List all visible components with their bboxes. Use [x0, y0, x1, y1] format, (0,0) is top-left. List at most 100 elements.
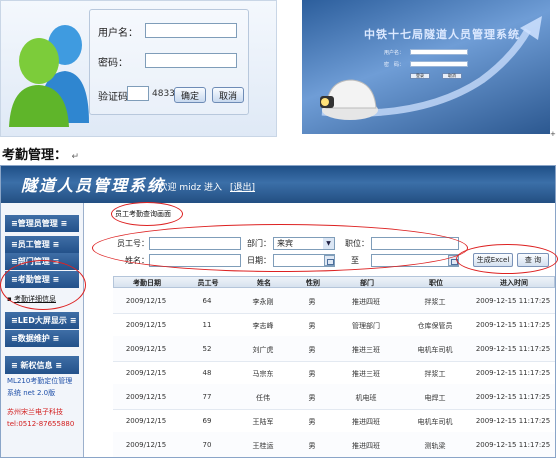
- table-row[interactable]: 2009/12/15 64 李永刚 男 推进四班 拌浆工 2009-12-15 11:17:…: [113, 288, 555, 314]
- logout-link[interactable]: [退出]: [230, 180, 255, 193]
- query-button[interactable]: 查 询: [517, 253, 549, 267]
- menu-led-display[interactable]: ≡LED大屏显示 ≡: [5, 312, 79, 329]
- cell-dept: 推进三班: [352, 370, 380, 378]
- confirm-button[interactable]: 确定: [174, 87, 206, 103]
- captcha-input[interactable]: [127, 86, 149, 101]
- cell-date: 2009/12/15: [125, 417, 167, 425]
- menu-news[interactable]: ≡ 新权信息 ≡: [5, 356, 79, 374]
- calendar-icon[interactable]: [324, 255, 335, 266]
- table-row[interactable]: 2009/12/15 69 王陆军 男 推进四班 电机车司机 2009-12-15 11:1…: [113, 408, 555, 434]
- dept-select[interactable]: 来宾 ▼: [273, 237, 335, 250]
- cell-entry-time: 2009-12-15 11:17:25: [475, 441, 551, 449]
- cell-position: 电机车司机: [417, 346, 453, 354]
- cell-entry-time: 2009-12-15 11:17:25: [475, 393, 551, 401]
- cancel-button[interactable]: 取消: [212, 87, 244, 103]
- cell-position: 测轨梁: [424, 442, 446, 450]
- col-position: 职位: [429, 279, 443, 287]
- cell-entry-time: 2009-12-15 11:17:25: [475, 321, 551, 329]
- login-panel: 用户名： 密码： 验证码 4833 确定 取消: [0, 0, 277, 137]
- dept-select-value: 来宾: [277, 239, 293, 248]
- calendar-icon[interactable]: [448, 255, 459, 266]
- cell-date: 2009/12/15: [125, 369, 167, 377]
- welcome-text: →欢迎 midz 进入: [151, 183, 222, 193]
- table-row[interactable]: 2009/12/15 11 李志峰 男 管理部门 仓库保管员 2009-12-15 11:1…: [113, 312, 555, 338]
- cell-entry-time: 2009-12-15 11:17:25: [475, 369, 551, 377]
- password-input[interactable]: [145, 53, 237, 68]
- cell-dept: 推进四班: [352, 298, 380, 306]
- cell-dept: 机电班: [355, 394, 377, 402]
- col-dept: 部门: [360, 279, 374, 287]
- app-title: 隧道人员管理系统: [21, 176, 166, 195]
- menu-department[interactable]: ≡部门管理 ≡: [5, 253, 79, 270]
- cell-emp-no: 69: [202, 417, 212, 425]
- section-heading: 考勤管理： ↵: [2, 144, 79, 163]
- product-note-line2: 系统 net 2.0版: [7, 389, 56, 397]
- cell-name: 王陆军: [252, 418, 274, 426]
- cell-name: 马宗东: [252, 370, 274, 378]
- splash-password-input[interactable]: [410, 61, 468, 67]
- captcha-label: 验证码: [98, 92, 128, 103]
- table-body: 2009/12/15 64 李永刚男推进四班 拌浆工 2009-12-15 11:17:…: [113, 288, 555, 457]
- captcha-code: 4833: [152, 89, 175, 99]
- splash-username-input[interactable]: [410, 49, 468, 55]
- cell-emp-no: 77: [202, 393, 212, 401]
- emp-no-label: 员工号：: [117, 239, 149, 248]
- col-gender: 性别: [306, 279, 320, 287]
- splash-banner: 中铁十七局隧道人员管理系统 用户名： 密 码： 登录 取消: [302, 0, 550, 134]
- username-input[interactable]: [145, 23, 237, 38]
- cell-emp-no: 64: [202, 297, 212, 305]
- cell-name: 任伟: [256, 394, 270, 402]
- table-row[interactable]: 2009/12/15 77 任伟 男 机电班 电焊工 2009-12-15 11:17:25: [113, 384, 555, 410]
- menu-data-maintenance[interactable]: ≡数据维护 ≡: [5, 330, 79, 347]
- cell-gender: 男: [308, 394, 316, 402]
- export-excel-button[interactable]: 生成Excel: [473, 253, 513, 267]
- app-header: 隧道人员管理系统 →欢迎 midz 进入 [退出]: [1, 166, 555, 203]
- cell-gender: 男: [308, 442, 316, 450]
- position-input[interactable]: [371, 237, 459, 250]
- cell-date: 2009/12/15: [125, 297, 167, 305]
- cell-gender: 男: [308, 418, 316, 426]
- submenu-attendance-detail[interactable]: ▪ 考勤详细信息: [7, 294, 56, 304]
- login-form: 用户名： 密码： 验证码 4833 确定 取消: [89, 9, 249, 115]
- date-to-input[interactable]: [371, 254, 459, 267]
- col-entry-time: 进入时间: [500, 279, 528, 287]
- cell-dept: 管理部门: [352, 322, 380, 330]
- cell-date: 2009/12/15: [125, 321, 167, 329]
- name-label: 姓名：: [125, 256, 149, 265]
- splash-password-label: 密 码：: [384, 62, 405, 68]
- sidebar: ≡管理员管理 ≡ ≡员工管理 ≡ ≡部门管理 ≡ ≡考勤管理 ≡ ▪ 考勤详细信…: [1, 203, 84, 457]
- splash-cancel-button[interactable]: 取消: [442, 73, 462, 79]
- name-input[interactable]: [149, 254, 241, 267]
- section-heading-text: 考勤管理：: [2, 148, 68, 163]
- splash-login-button[interactable]: 登录: [410, 73, 430, 79]
- cell-position: 拌浆工: [424, 298, 446, 306]
- col-name: 姓名: [257, 279, 271, 287]
- position-label: 职位：: [345, 239, 369, 248]
- cell-date: 2009/12/15: [125, 393, 167, 401]
- cell-position: 电焊工: [424, 394, 446, 402]
- users-icon: [9, 25, 89, 127]
- cell-emp-no: 70: [202, 441, 212, 449]
- cell-name: 李永刚: [252, 298, 274, 306]
- cell-gender: 男: [308, 322, 316, 330]
- table-row[interactable]: 2009/12/15 52 刘广虎 男 推进三班 电机车司机 2009-12-15 11:1…: [113, 336, 555, 362]
- col-emp-no: 员工号: [197, 279, 219, 287]
- menu-attendance[interactable]: ≡考勤管理 ≡: [5, 271, 79, 288]
- cell-emp-no: 11: [202, 321, 212, 329]
- cell-entry-time: 2009-12-15 11:17:25: [475, 417, 551, 425]
- password-label: 密码：: [98, 58, 128, 69]
- menu-admin[interactable]: ≡管理员管理 ≡: [5, 215, 79, 232]
- cell-emp-no: 52: [202, 345, 212, 353]
- emp-no-input[interactable]: [149, 237, 241, 250]
- table-header: 考勤日期 员工号 姓名 性别 部门 职位 进入时间: [113, 276, 555, 288]
- return-mark: ↵: [71, 152, 80, 162]
- attendance-app: 隧道人员管理系统 →欢迎 midz 进入 [退出] ≡管理员管理 ≡ ≡员工管理…: [0, 165, 556, 458]
- table-row[interactable]: 2009/12/15 70 王桂运 男 推进四班 测轨梁 2009-12-15 11:17:…: [113, 432, 555, 457]
- menu-employee[interactable]: ≡员工管理 ≡: [5, 236, 79, 253]
- cell-gender: 男: [308, 298, 316, 306]
- date-label: 日期：: [247, 256, 271, 265]
- splash-title: 中铁十七局隧道人员管理系统: [364, 28, 520, 41]
- table-row[interactable]: 2009/12/15 48 马宗东 男 推进三班 拌浆工 2009-12-15 11:17:…: [113, 360, 555, 386]
- cell-date: 2009/12/15: [125, 345, 167, 353]
- product-note-line1: ML210考勤定位管理: [7, 377, 73, 385]
